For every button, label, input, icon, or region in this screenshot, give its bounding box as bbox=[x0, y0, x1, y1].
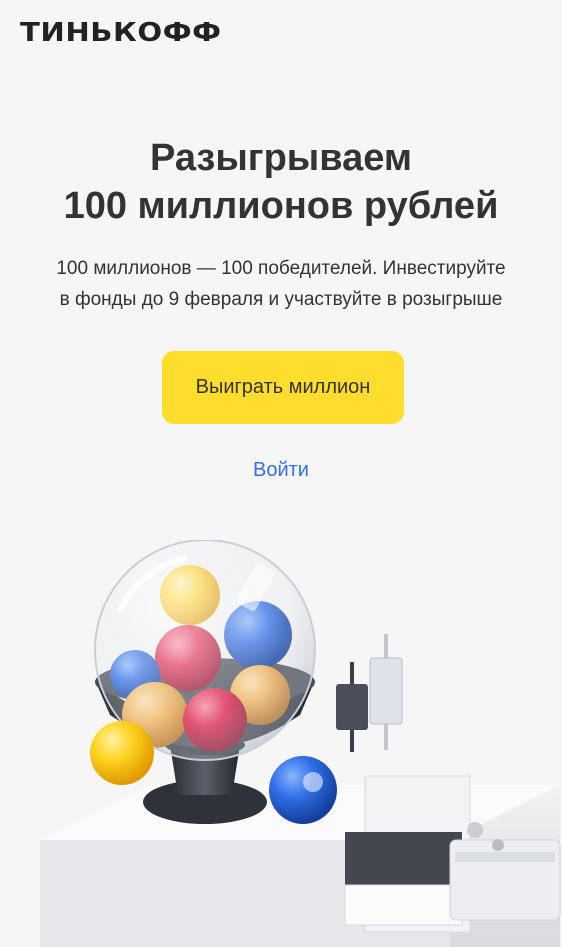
subtitle-line-1: 100 миллионов — 100 победителей. Инвести… bbox=[56, 258, 506, 279]
page-title: Разыгрываем 100 миллионов рублей bbox=[0, 134, 562, 230]
subtitle-line-2: в фонды до 9 февраля и участвуйте в розы… bbox=[59, 289, 503, 310]
title-line-2: 100 миллионов рублей bbox=[63, 185, 499, 227]
login-link[interactable]: Войти bbox=[0, 459, 562, 482]
win-million-button[interactable]: Выиграть миллион bbox=[162, 351, 404, 424]
lottery-drum-illustration bbox=[40, 540, 561, 947]
title-line-1: Разыгрываем bbox=[149, 137, 412, 179]
tinkoff-logo[interactable]: ТИНЬКОФФ bbox=[20, 18, 222, 48]
page-subtitle: 100 миллионов — 100 победителей. Инвести… bbox=[0, 253, 562, 315]
